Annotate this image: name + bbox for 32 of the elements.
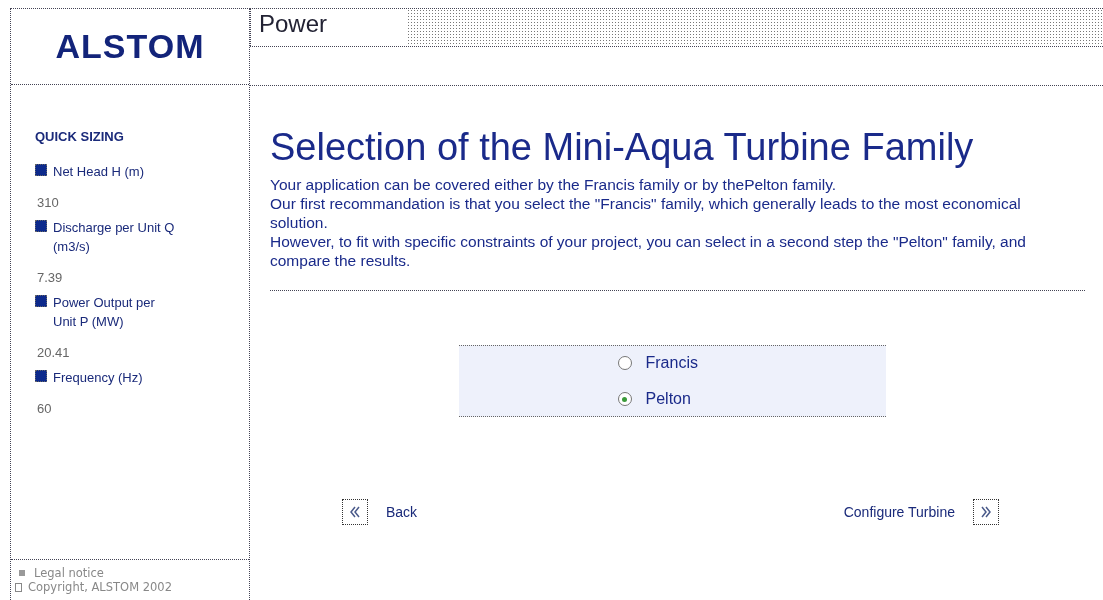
radio-option[interactable]: Pelton xyxy=(617,390,728,408)
parameter-value: 310 xyxy=(36,194,60,210)
parameter-value: 60 xyxy=(36,400,53,416)
square-bullet-icon xyxy=(35,295,47,307)
sidebar-title: QUICK SIZING xyxy=(35,129,125,144)
right-chevron-icon xyxy=(981,506,991,518)
back-link[interactable]: Back xyxy=(386,504,418,520)
square-bullet-icon xyxy=(35,370,47,382)
parameter-label: Power Output per Unit P (MW) xyxy=(53,294,156,331)
left-chevron-icon xyxy=(350,506,360,518)
right-arrow-button[interactable] xyxy=(973,499,999,525)
description-paragraph: Your application can be covered either by the Francis family or by thePelton family. xyxy=(270,175,838,194)
square-bullet-icon xyxy=(35,164,47,176)
square-bullet-icon xyxy=(19,570,25,576)
parameter-label: Discharge per Unit Q (m3/s) xyxy=(53,219,175,256)
parameter-value: 7.39 xyxy=(36,269,64,285)
description-paragraph: Our first recommandation is that you select the "Francis" family, which generally leads to the most economical solution. xyxy=(270,194,1022,232)
legal-notice-link[interactable]: Legal notice xyxy=(34,566,104,580)
left-arrow-button[interactable] xyxy=(342,499,368,525)
configure-turbine-link[interactable]: Configure Turbine xyxy=(843,504,955,520)
description-paragraph: However, to fit with specific constraints of your project, you can select in a second step the "Pelton" family, and compare the results. xyxy=(270,232,1027,270)
parameter-value: 20.41 xyxy=(36,344,71,360)
square-bullet-icon xyxy=(35,220,47,232)
page-title: Selection of the Mini-Aqua Turbine Family xyxy=(270,126,975,169)
radio-option[interactable]: Francis xyxy=(617,354,728,372)
alstom-logo: ALSTOM xyxy=(55,27,205,66)
radio-button[interactable] xyxy=(617,356,632,370)
copyright-text: Copyright, ALSTOM 2002 xyxy=(28,580,172,594)
square-outline-icon xyxy=(15,582,22,592)
parameter-label: Frequency (Hz) xyxy=(53,369,144,387)
radio-button[interactable] xyxy=(617,392,632,406)
parameter-label: Net Head H (m) xyxy=(53,163,146,181)
